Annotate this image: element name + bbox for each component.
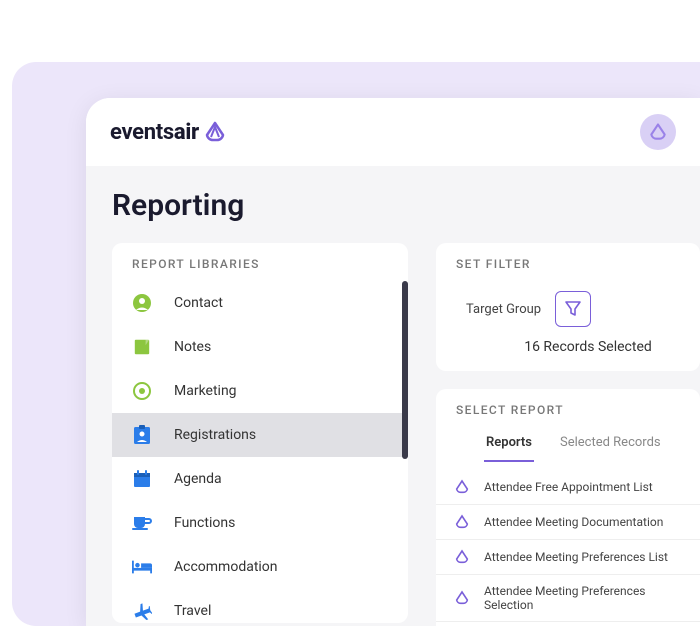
set-filter-panel: SET FILTER Target Group 16 Records Selec…	[436, 243, 700, 371]
libraries-list: Contact Notes Marketing	[112, 281, 408, 626]
report-item[interactable]: Attendee Meeting Preferences List	[436, 540, 700, 575]
library-label: Travel	[174, 603, 211, 619]
report-item[interactable]: Attendee Meeting Documentation	[436, 505, 700, 540]
target-group-label: Target Group	[466, 302, 541, 317]
contact-icon	[132, 293, 152, 313]
report-libraries-panel: REPORT LIBRARIES Contact Notes	[112, 243, 408, 623]
report-item[interactable]: Attendee Meeting Preferences Selection	[436, 575, 700, 622]
report-label: Attendee Meeting Preferences List	[484, 550, 668, 564]
library-item-contact[interactable]: Contact	[112, 281, 408, 325]
scrollbar-track[interactable]	[402, 281, 408, 615]
library-label: Contact	[174, 295, 223, 311]
funnel-icon	[564, 300, 582, 318]
select-report-heading: SELECT REPORT	[436, 403, 700, 427]
report-label: Attendee Meeting Preferences Selection	[484, 584, 682, 612]
report-mark-icon	[454, 479, 470, 495]
functions-icon	[132, 513, 152, 533]
library-item-agenda[interactable]: Agenda	[112, 457, 408, 501]
brand-mark-icon	[203, 120, 227, 144]
report-mark-icon	[454, 590, 470, 606]
library-label: Accommodation	[174, 559, 278, 575]
registrations-icon	[132, 425, 152, 445]
tab-selected-records[interactable]: Selected Records	[558, 429, 663, 462]
library-item-notes[interactable]: Notes	[112, 325, 408, 369]
notes-icon	[132, 337, 152, 357]
library-item-travel[interactable]: Travel	[112, 589, 408, 626]
libraries-heading: REPORT LIBRARIES	[112, 257, 408, 281]
content-area: Reporting REPORT LIBRARIES Contact	[86, 166, 700, 626]
brand-name: eventsair	[110, 120, 199, 145]
page-title: Reporting	[112, 188, 700, 223]
accommodation-icon	[132, 557, 152, 577]
library-label: Agenda	[174, 471, 222, 487]
library-label: Marketing	[174, 383, 237, 399]
library-item-functions[interactable]: Functions	[112, 501, 408, 545]
report-label: Attendee Meeting Documentation	[484, 515, 663, 529]
marketing-icon	[132, 381, 152, 401]
report-mark-icon	[454, 514, 470, 530]
brand-mark-icon	[648, 122, 668, 142]
right-column: SET FILTER Target Group 16 Records Selec…	[436, 243, 700, 626]
scrollbar-thumb[interactable]	[402, 281, 408, 459]
report-tabs: Reports Selected Records	[436, 427, 700, 462]
header-badge[interactable]	[640, 114, 676, 150]
report-mark-icon	[454, 549, 470, 565]
library-item-marketing[interactable]: Marketing	[112, 369, 408, 413]
report-item[interactable]: Attendee Meeting Schedule	[436, 622, 700, 626]
report-list: Attendee Free Appointment List Attendee …	[436, 470, 700, 626]
panels-row: REPORT LIBRARIES Contact Notes	[112, 243, 700, 626]
library-item-accommodation[interactable]: Accommodation	[112, 545, 408, 589]
tab-reports[interactable]: Reports	[484, 429, 534, 462]
library-label: Functions	[174, 515, 235, 531]
filter-heading: SET FILTER	[436, 257, 700, 281]
agenda-icon	[132, 469, 152, 489]
report-item[interactable]: Attendee Free Appointment List	[436, 470, 700, 505]
app-header: eventsair	[86, 98, 700, 166]
filter-button[interactable]	[555, 291, 591, 327]
target-group-row: Target Group	[456, 281, 680, 333]
records-selected-text: 16 Records Selected	[456, 333, 680, 355]
travel-icon	[132, 601, 152, 621]
library-label: Registrations	[174, 427, 256, 443]
report-label: Attendee Free Appointment List	[484, 480, 653, 494]
app-window: eventsair Reporting REPORT LIBRARIES	[86, 98, 700, 626]
brand-logo[interactable]: eventsair	[110, 120, 227, 145]
library-label: Notes	[174, 339, 211, 355]
select-report-panel: SELECT REPORT Reports Selected Records A…	[436, 389, 700, 626]
library-item-registrations[interactable]: Registrations	[112, 413, 408, 457]
